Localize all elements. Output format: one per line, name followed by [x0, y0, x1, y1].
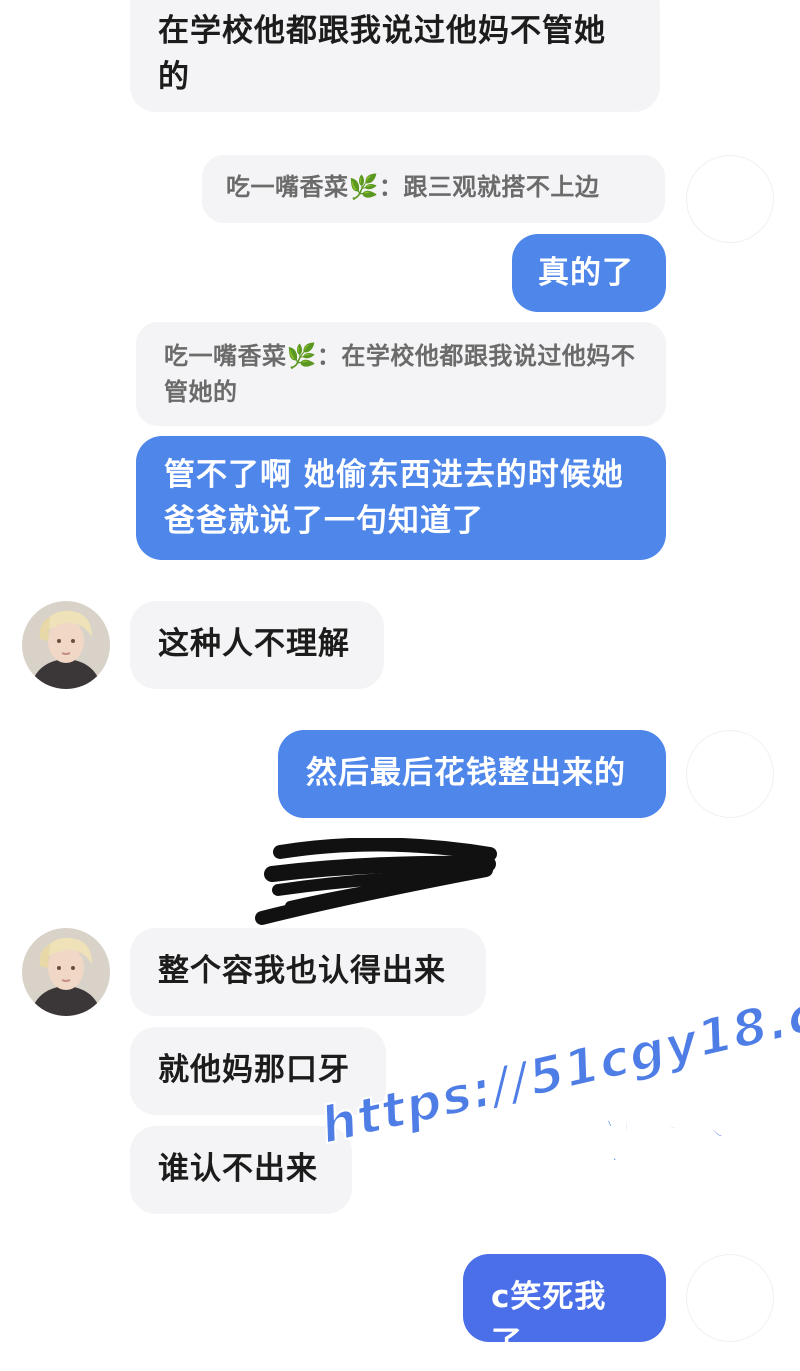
- message-outgoing[interactable]: c笑死我了: [463, 1254, 666, 1361]
- quoted-reply[interactable]: 吃一嘴香菜🌿：跟三观就搭不上边: [202, 155, 665, 223]
- message-text: 这种人不理解: [158, 626, 350, 662]
- quote-text: 吃一嘴香菜🌿：在学校他都跟我说过他妈不管她的: [164, 342, 636, 406]
- avatar-image: [22, 601, 110, 689]
- quoted-reply[interactable]: 吃一嘴香菜🌿：在学校他都跟我说过他妈不管她的: [136, 322, 666, 426]
- message-incoming[interactable]: 在学校他都跟我说过他妈不管她的: [130, 0, 660, 112]
- message-text: 就他妈那口牙: [158, 1052, 350, 1088]
- message-text: 然后最后花钱整出来的: [306, 755, 626, 791]
- message-outgoing[interactable]: 真的了: [512, 234, 666, 312]
- message-text: 管不了啊 她偷东西进去的时候她爸爸就说了一句知道了: [164, 457, 624, 539]
- own-avatar[interactable]: [686, 155, 774, 243]
- message-text: 整个容我也认得出来: [158, 953, 446, 989]
- message-text: 真的了: [538, 255, 634, 291]
- own-avatar[interactable]: [686, 730, 774, 818]
- message-text: 在学校他都跟我说过他妈不管她的: [158, 13, 606, 95]
- redaction-scribble: [255, 838, 497, 925]
- message-incoming[interactable]: 这种人不理解: [130, 601, 384, 689]
- message-text: c笑死我了: [491, 1279, 607, 1361]
- own-avatar[interactable]: [686, 1254, 774, 1342]
- message-incoming[interactable]: 就他妈那口牙: [130, 1027, 386, 1115]
- contact-avatar[interactable]: [22, 928, 110, 1016]
- quote-text: 吃一嘴香菜🌿：跟三观就搭不上边: [226, 173, 600, 201]
- message-incoming[interactable]: 整个容我也认得出来: [130, 928, 486, 1016]
- message-outgoing[interactable]: 管不了啊 她偷东西进去的时候她爸爸就说了一句知道了: [136, 436, 666, 560]
- avatar-image: [22, 928, 110, 1016]
- message-incoming[interactable]: 谁认不出来: [130, 1126, 352, 1214]
- message-text: 谁认不出来: [158, 1151, 318, 1187]
- message-outgoing[interactable]: 然后最后花钱整出来的: [278, 730, 666, 818]
- chat-conversation: 在学校他都跟我说过他妈不管她的 吃一嘴香菜🌿：跟三观就搭不上边 真的了 吃一嘴香…: [0, 0, 800, 1371]
- contact-avatar[interactable]: [22, 601, 110, 689]
